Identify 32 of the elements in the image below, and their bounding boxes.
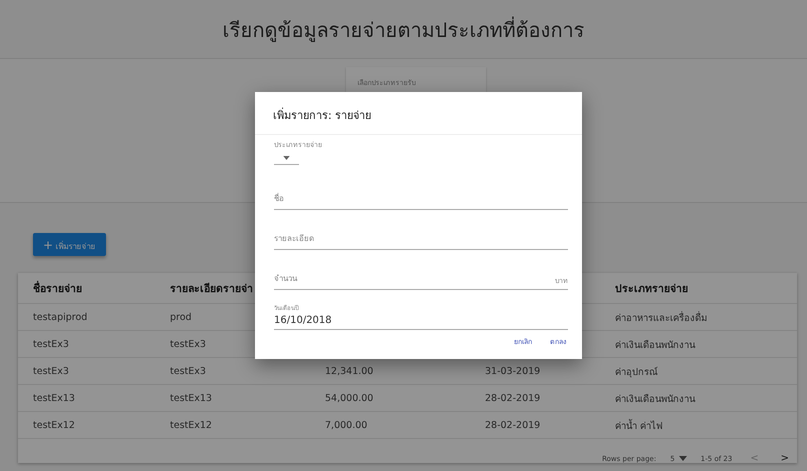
table-cell: testEx3 bbox=[33, 338, 69, 350]
table-cell: 28-02-2019 bbox=[485, 420, 540, 430]
table-cell: 28-02-2019 bbox=[485, 392, 540, 404]
table-cell: testEx3 bbox=[170, 338, 206, 350]
table-cell: 7,000.00 bbox=[325, 420, 368, 430]
table-cell: testEx12 bbox=[170, 420, 212, 430]
table-cell: ค่าเงินเดือนพนักงาน bbox=[615, 340, 695, 350]
table-cell: testEx3 bbox=[170, 366, 206, 376]
table-cell: testEx12 bbox=[33, 420, 75, 430]
input-field[interactable]: จำนวน bbox=[274, 271, 555, 289]
next-page-button[interactable]: > bbox=[776, 453, 793, 464]
input-field[interactable]: ชื่อ bbox=[274, 191, 568, 209]
table-cell: 31-03-2019 bbox=[485, 366, 540, 376]
input-field[interactable]: รายละเอียด bbox=[274, 231, 568, 249]
dialog-title: เพิ่มรายการ: รายจ่าย bbox=[255, 92, 582, 135]
table-cell: 54,000.00 bbox=[325, 392, 374, 404]
table-cell: prod bbox=[170, 312, 192, 322]
column-header[interactable]: ประเภทรายจ่าย bbox=[615, 282, 688, 294]
table-cell: testEx3 bbox=[33, 366, 69, 376]
table-cell: 12,341.00 bbox=[325, 366, 374, 376]
column-header[interactable]: รายละเอียดรายจ่า bbox=[170, 282, 253, 294]
table-cell: testEx13 bbox=[170, 392, 212, 404]
table-cell: testEx13 bbox=[33, 392, 75, 404]
table-cell: ค่าอุปกรณ์ bbox=[615, 366, 658, 378]
table-cell: ค่าอาหารและเครื่องดื่ม bbox=[615, 312, 707, 324]
page-title: เรียกดูข้อมูลรายจ่ายตามประเภทที่ต้องการ bbox=[222, 16, 586, 44]
column-header[interactable]: ชื่อรายจ่าย bbox=[33, 282, 82, 294]
table-cell: ค่าน้ำ ค่าไฟ bbox=[615, 420, 664, 432]
table-cell: ค่าเงินเดือนพนักงาน bbox=[615, 394, 695, 404]
caret-icon bbox=[678, 456, 687, 461]
table-cell: testapiprod bbox=[33, 312, 88, 322]
caret-icon bbox=[283, 156, 290, 160]
